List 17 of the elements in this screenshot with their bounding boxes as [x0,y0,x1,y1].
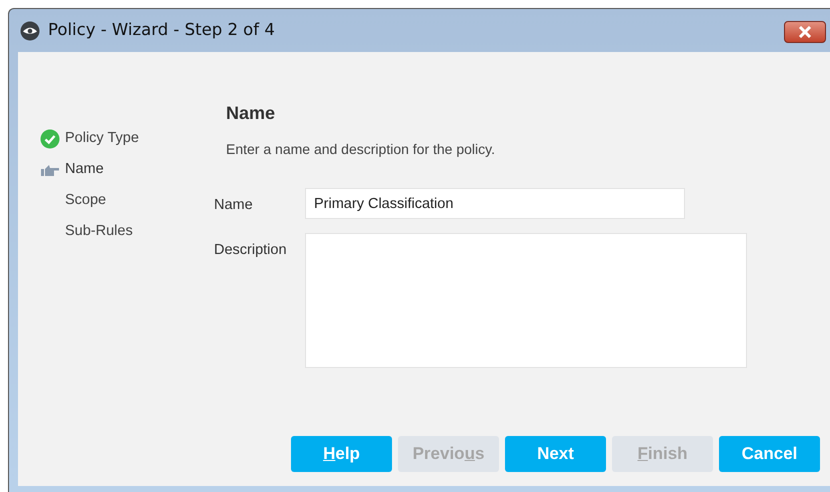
step-label: Policy Type [65,129,139,148]
step-label: Scope [65,191,106,210]
step-label: Name [65,160,104,180]
window-title: Policy - Wizard - Step 2 of 4 [48,19,275,42]
close-button[interactable] [784,21,826,43]
description-field[interactable] [305,233,747,368]
step-label: Sub-Rules [65,222,133,242]
close-icon [798,26,812,38]
field-label: Name [214,196,254,215]
wizard-button[interactable]: Next [505,436,606,472]
wizard-button[interactable]: Cancel [719,436,820,472]
eye-icon [20,20,40,40]
name-field[interactable]: Primary Classification [305,188,685,219]
wizard-button[interactable]: Help [291,436,392,472]
page-heading: Name [226,102,276,125]
page-description: Enter a name and description for the policy. [226,140,496,159]
field-label: Description [214,241,288,260]
